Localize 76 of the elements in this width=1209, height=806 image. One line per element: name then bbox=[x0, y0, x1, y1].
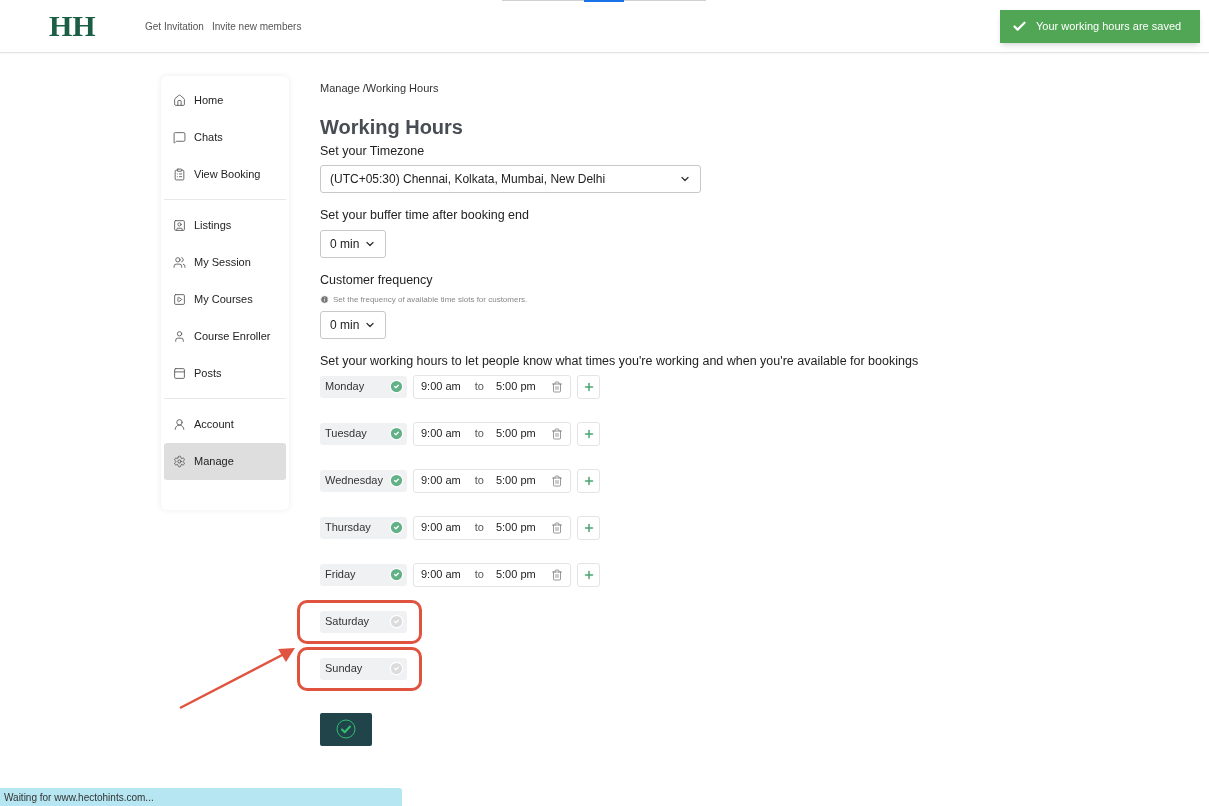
time-value[interactable]: 9:00 am bbox=[421, 519, 461, 536]
day-toggle[interactable]: Monday bbox=[320, 375, 407, 398]
sidebar-item[interactable]: Course Enroller bbox=[164, 318, 286, 355]
plus-icon bbox=[582, 568, 595, 581]
sidebar-item[interactable]: Account bbox=[164, 406, 286, 443]
logo[interactable]: HH bbox=[49, 11, 145, 41]
field-label: Set your Timezone bbox=[320, 142, 426, 160]
day-toggle[interactable]: Saturday bbox=[320, 610, 407, 633]
page-title: Working Hours bbox=[320, 114, 464, 139]
time-value[interactable]: 5:00 pm bbox=[495, 378, 536, 395]
range-separator: to bbox=[474, 567, 484, 583]
add-button[interactable] bbox=[577, 468, 600, 493]
sidebar-item[interactable]: My Courses bbox=[164, 281, 286, 318]
sidebar-item[interactable]: Listings bbox=[164, 207, 286, 244]
settings-icon bbox=[173, 455, 186, 468]
nav-link[interactable]: Invite new members bbox=[211, 18, 302, 34]
time-value[interactable]: 9:00 am bbox=[421, 472, 461, 489]
trash-icon[interactable] bbox=[551, 380, 563, 393]
sidebar-item[interactable]: Posts bbox=[164, 355, 286, 392]
plus-icon bbox=[582, 427, 595, 440]
add-button[interactable] bbox=[577, 515, 600, 540]
time-value[interactable]: 9:00 am bbox=[421, 566, 461, 583]
trash-icon[interactable] bbox=[551, 568, 563, 581]
add-button[interactable] bbox=[577, 421, 600, 446]
plus-icon bbox=[582, 521, 595, 534]
sidebar-item[interactable]: Home bbox=[164, 82, 286, 119]
day-toggle[interactable]: Tuesday bbox=[320, 422, 407, 445]
field-label: Customer frequency bbox=[320, 272, 434, 289]
range-separator: to bbox=[474, 520, 484, 536]
home-icon bbox=[173, 94, 186, 107]
timezone-select[interactable]: (UTC+05:30) Chennai, Kolkata, Mumbai, New Delhi bbox=[320, 165, 701, 194]
sidebar-item[interactable]: View Booking bbox=[164, 156, 286, 193]
day-toggle[interactable]: Sunday bbox=[320, 657, 407, 680]
check-icon bbox=[1012, 19, 1027, 34]
frequency-select[interactable]: 0 min bbox=[320, 310, 386, 339]
day-toggle[interactable]: Wednesday bbox=[320, 469, 407, 492]
info-icon bbox=[320, 295, 329, 305]
range-separator: to bbox=[474, 379, 484, 395]
toast: Your working hours are saved bbox=[1000, 10, 1200, 43]
breadcrumb: Manage /Working Hours bbox=[320, 81, 440, 96]
time-value[interactable]: 5:00 pm bbox=[495, 425, 536, 442]
status-bar: Waiting for www.hectohints.com... bbox=[0, 788, 402, 806]
time-value[interactable]: 9:00 am bbox=[421, 425, 461, 442]
card-icon bbox=[173, 367, 186, 380]
time-value[interactable]: 5:00 pm bbox=[495, 519, 536, 536]
chat-icon bbox=[173, 131, 186, 144]
clipboard-icon bbox=[173, 168, 186, 181]
field-label: Set your working hours to let people know what times you're working and when you're available for bookings bbox=[320, 352, 919, 370]
sidebar-item[interactable]: Chats bbox=[164, 119, 286, 156]
day-toggle[interactable]: Friday bbox=[320, 563, 407, 586]
portrait-icon bbox=[173, 219, 186, 232]
person-icon bbox=[173, 418, 186, 431]
play-icon bbox=[173, 293, 186, 306]
sidebar-item[interactable]: Manage bbox=[164, 443, 286, 480]
plus-icon bbox=[582, 380, 595, 393]
add-button[interactable] bbox=[577, 562, 600, 587]
time-value[interactable]: 9:00 am bbox=[421, 378, 461, 395]
people-icon bbox=[173, 256, 186, 269]
field-label: Set your buffer time after booking end bbox=[320, 207, 530, 225]
trash-icon[interactable] bbox=[551, 427, 563, 440]
range-separator: to bbox=[474, 473, 484, 489]
save-button[interactable] bbox=[320, 712, 372, 746]
trash-icon[interactable] bbox=[551, 521, 563, 534]
day-toggle[interactable]: Thursday bbox=[320, 516, 407, 539]
time-value[interactable]: 5:00 pm bbox=[495, 472, 536, 489]
buffer-select[interactable]: 0 min bbox=[320, 230, 386, 258]
sidebar-item[interactable]: My Session bbox=[164, 244, 286, 281]
add-button[interactable] bbox=[577, 374, 600, 399]
person-icon bbox=[173, 330, 186, 343]
trash-icon[interactable] bbox=[551, 474, 563, 487]
nav-link[interactable]: Get Invitation bbox=[145, 18, 204, 34]
check-circle-icon bbox=[336, 719, 356, 739]
plus-icon bbox=[582, 474, 595, 487]
hint-text: Set the frequency of available time slots for customers. bbox=[333, 293, 528, 306]
range-separator: to bbox=[474, 426, 484, 442]
time-value[interactable]: 5:00 pm bbox=[495, 566, 536, 583]
